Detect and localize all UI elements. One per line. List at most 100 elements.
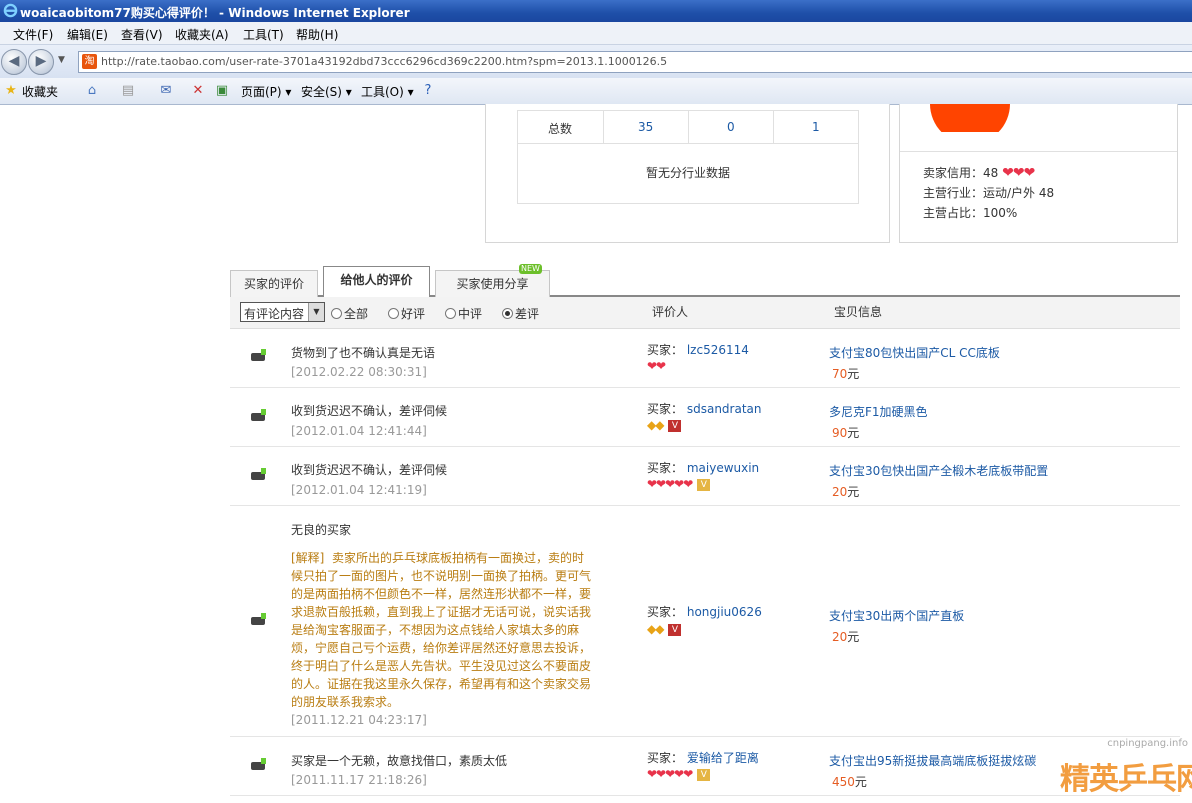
negative-rating-icon — [251, 468, 266, 480]
price-unit: 元 — [847, 630, 860, 644]
column-item: 宝贝信息 — [834, 305, 883, 319]
negative-rating-icon — [251, 758, 266, 770]
item-price: 90元 — [832, 424, 859, 441]
seller-industry-value: 运动/户外 48 — [983, 186, 1055, 200]
vip-icon: V — [697, 768, 711, 781]
item-price: 20元 — [832, 628, 859, 645]
ie-logo-icon — [3, 3, 18, 18]
tab-buyer-reviews[interactable]: 买家的评价 — [230, 270, 318, 297]
rater-label: 买家： — [647, 461, 684, 475]
menu-view[interactable]: 查看(V) — [121, 26, 163, 43]
buyer-level-hearts-icon: ❤❤❤❤❤ — [647, 767, 693, 781]
page-menu[interactable]: 页面(P) ▾ — [241, 83, 291, 100]
mail-icon[interactable]: ✉ — [158, 83, 174, 99]
address-url[interactable]: http://rate.taobao.com/user-rate-3701a43… — [101, 55, 667, 68]
review-comment: 收到货迟迟不确认，差评伺候 — [291, 404, 448, 418]
review-comment: 买家是一个无赖，故意找借口，素质太低 — [291, 754, 508, 768]
review-date: [2011.12.21 04:23:17] — [291, 713, 427, 727]
rater-name[interactable]: hongjiu0626 — [687, 605, 762, 619]
price-unit: 元 — [847, 426, 860, 440]
rater-name[interactable]: lzc526114 — [687, 343, 749, 357]
explanation-line: 烦，宁愿自己亏个运费，给你差评居然还好意思去投诉， — [291, 641, 592, 655]
explanation-line: 求退款百般抵赖，直到我上了证据才无话可说，说实话我 — [291, 605, 592, 619]
buyer-level-badge: ◆◆ V — [647, 418, 682, 432]
menu-help[interactable]: 帮助(H) — [296, 26, 338, 43]
item-link[interactable]: 支付宝30包快出国产全椴木老底板带配置 — [829, 462, 1048, 479]
radio-good[interactable]: 好评 — [388, 305, 425, 322]
review-comment: 无良的买家 — [291, 523, 352, 537]
comment-filter-select[interactable]: 有评论内容 ▼ — [240, 302, 325, 322]
seller-share-value: 100% — [983, 206, 1018, 220]
item-link[interactable]: 支付宝30出两个国产直板 — [829, 607, 964, 624]
tab-given-reviews[interactable]: 给他人的评价 — [323, 266, 430, 297]
explanation-line: 候只拍了一面的图片，也不说明别一面换了拍柄。更可气 — [291, 569, 592, 583]
back-button[interactable]: ◀ — [1, 49, 27, 75]
command-bar: ★ 收藏夹 ⌂ ▤ ✉ ✕ ▣ 页面(P) ▾ 安全(S) ▾ 工具(O) ▾ … — [0, 78, 1192, 105]
item-link[interactable]: 支付宝80包快出国产CL CC底板 — [829, 344, 1000, 361]
research-icon[interactable]: ▣ — [214, 83, 230, 99]
review-rater: 买家： sdsandratan — [647, 400, 762, 417]
tools-menu[interactable]: 工具(O) ▾ — [361, 83, 414, 100]
radio-neutral[interactable]: 中评 — [445, 305, 482, 322]
favorites-button[interactable]: 收藏夹 — [22, 83, 58, 100]
seller-share: 主营占比：100% — [923, 204, 1017, 221]
no-industry-data: 暂无分行业数据 — [646, 166, 731, 180]
diamond-icon: ◆◆ — [647, 418, 664, 432]
review-date: [2012.01.04 12:41:19] — [291, 483, 427, 497]
safety-menu[interactable]: 安全(S) ▾ — [301, 83, 352, 100]
menu-tools[interactable]: 工具(T) — [243, 26, 284, 43]
radio-bad-label: 差评 — [515, 307, 540, 321]
review-row: 货物到了也不确认真是无语 [2012.02.22 08:30:31] 买家： l… — [230, 329, 1180, 388]
pie-chart-icon — [930, 104, 1010, 132]
item-link[interactable]: 支付宝出95新挺拔最高端底板挺拔炫碳 — [829, 752, 1036, 769]
new-badge: NEW — [519, 264, 542, 274]
menu-edit[interactable]: 编辑(E) — [67, 26, 108, 43]
item-price: 20元 — [832, 483, 859, 500]
explanation-line: [解释] 卖家所出的乒乓球底板拍柄有一面换过，卖的时 — [291, 549, 596, 567]
review-date: [2012.02.22 08:30:31] — [291, 365, 427, 379]
rater-name[interactable]: sdsandratan — [687, 402, 762, 416]
item-link[interactable]: 多尼克F1加硬黑色 — [829, 403, 928, 420]
rater-name[interactable]: 爱输给了距离 — [687, 751, 759, 765]
seller-share-label: 主营占比： — [923, 206, 984, 220]
price-unit: 元 — [847, 367, 860, 381]
watermark-logo: 精英乒乓网 — [1060, 762, 1192, 797]
buyer-level-hearts-icon: ❤❤❤❤❤ — [647, 477, 693, 491]
help-icon[interactable]: ? — [420, 83, 436, 99]
review-date: [2012.01.04 12:41:44] — [291, 424, 427, 438]
review-row: 无良的买家 [解释] 卖家所出的乒乓球底板拍柄有一面换过，卖的时 候只拍了一面的… — [230, 506, 1180, 737]
window-title: woaicaobitom77购买心得评价！ - Windows Internet… — [20, 6, 410, 20]
radio-bad[interactable]: 差评 — [502, 305, 539, 322]
total-label: 总数 — [548, 122, 573, 136]
menu-file[interactable]: 文件(F) — [13, 26, 53, 43]
buyer-level-badge: ❤❤❤❤❤ V — [647, 477, 711, 491]
price-unit: 元 — [854, 775, 867, 789]
radio-all-label: 全部 — [344, 307, 369, 321]
seller-info-panel: 卖家信用：48 ❤❤❤ 主营行业：运动/户外 48 主营占比：100% — [899, 104, 1178, 243]
menu-favorites[interactable]: 收藏夹(A) — [175, 26, 229, 43]
buyer-level-badge: ❤❤❤❤❤ V — [647, 767, 711, 781]
seller-credit-label: 卖家信用： — [923, 166, 984, 180]
tab-buyer-share[interactable]: 买家使用分享 NEW — [435, 264, 550, 297]
total-bad[interactable]: 1 — [812, 120, 820, 134]
forward-button[interactable]: ▶ — [28, 49, 54, 75]
rater-name[interactable]: maiyewuxin — [687, 461, 759, 475]
buyer-level-hearts-icon: ❤❤ — [647, 359, 666, 373]
price-value: 90 — [832, 426, 848, 440]
rater-label: 买家： — [647, 605, 684, 619]
radio-all[interactable]: 全部 — [331, 305, 368, 322]
rating-stats-table: 总数 35 0 1 暂无分行业数据 — [517, 110, 859, 204]
print-icon[interactable]: ✕ — [190, 83, 206, 99]
favorites-star-icon[interactable]: ★ — [3, 83, 19, 99]
chevron-down-icon[interactable]: ▼ — [308, 303, 324, 321]
history-dropdown-icon[interactable]: ▼ — [58, 55, 65, 65]
site-watermark: cnpingpang.info 精英乒乓网 — [1030, 728, 1192, 803]
total-neutral[interactable]: 0 — [727, 120, 735, 134]
diamond-icon: ◆◆ — [647, 622, 664, 636]
address-field[interactable]: 淘 http://rate.taobao.com/user-rate-3701a… — [78, 51, 1192, 73]
price-value: 20 — [832, 630, 848, 644]
home-icon[interactable]: ⌂ — [84, 83, 100, 99]
rss-icon[interactable]: ▤ — [120, 83, 136, 99]
vip-icon: V — [697, 478, 711, 491]
total-good[interactable]: 35 — [638, 120, 653, 134]
